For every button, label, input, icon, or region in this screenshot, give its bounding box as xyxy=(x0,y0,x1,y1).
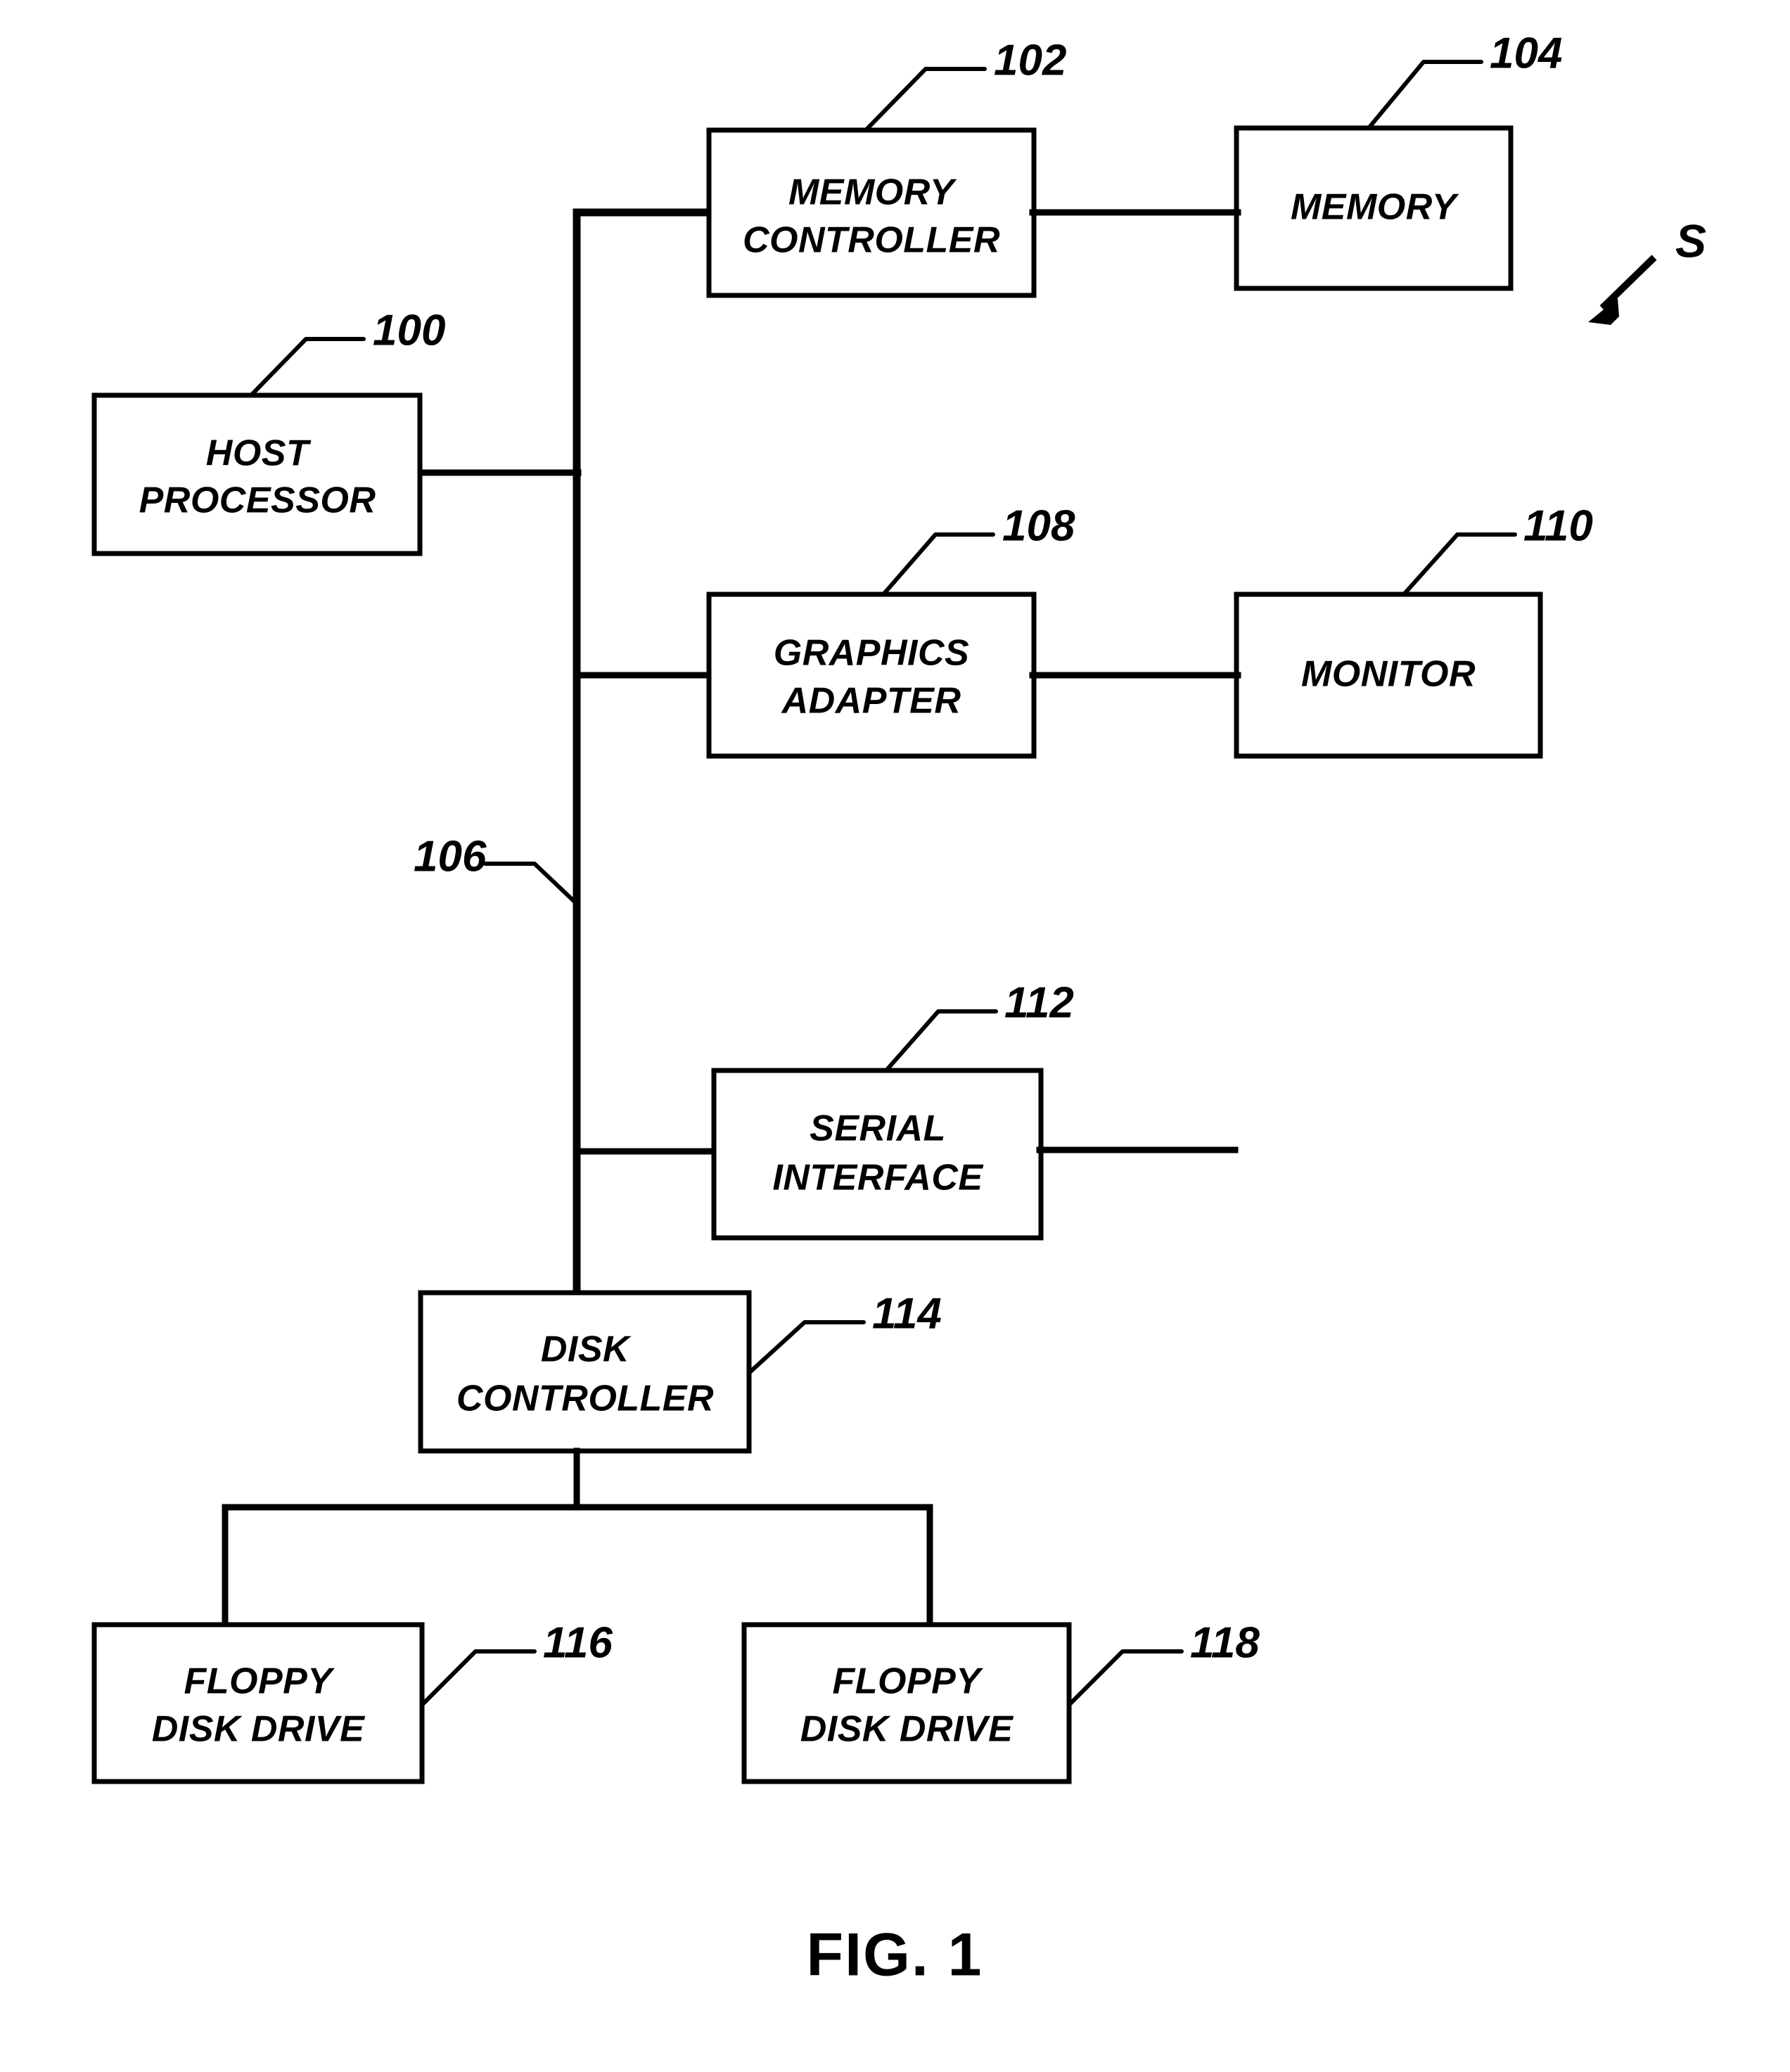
monitor-label-line1: MONITOR xyxy=(1301,654,1476,695)
figure-canvas: 106 MEMORY CONTROLLER 102 MEMORY 104 S H… xyxy=(91,29,1706,1989)
patent-figure-1: 106 MEMORY CONTROLLER 102 MEMORY 104 S H… xyxy=(0,0,1790,2072)
leader-line-116 xyxy=(420,1649,537,1707)
leader-line-108 xyxy=(881,532,995,596)
ref-numeral-118: 118 xyxy=(1190,1618,1260,1667)
system-bus-group xyxy=(414,208,720,1298)
graphics-adapter-label-line2: ADAPTER xyxy=(781,681,961,722)
memory-label-line1: MEMORY xyxy=(1291,187,1459,228)
ref-numeral-104: 104 xyxy=(1490,29,1562,77)
leader-line-104 xyxy=(1367,60,1483,130)
system-arrow-shaft xyxy=(1599,255,1657,311)
ref-numeral-106: 106 xyxy=(414,832,487,881)
system-designator-group: S xyxy=(1588,215,1706,325)
ref-numeral-112: 112 xyxy=(1004,978,1074,1027)
disk-controller-branch-group xyxy=(222,1447,933,1630)
disk-controller-box[interactable] xyxy=(418,1290,752,1454)
disk-controller-label-line2: CONTROLLER xyxy=(456,1379,714,1419)
ref-numeral-100: 100 xyxy=(373,306,445,354)
leader-line-112 xyxy=(884,1009,998,1073)
node-memory-controller[interactable]: MEMORY CONTROLLER xyxy=(706,127,1037,298)
ref-numeral-102: 102 xyxy=(994,36,1066,84)
ref-numeral-116: 116 xyxy=(543,1618,613,1667)
ref-numeral-108: 108 xyxy=(1002,501,1075,550)
ref-leader-100: 100 xyxy=(249,306,445,397)
disk-controller-label-line1: DISK xyxy=(541,1329,632,1370)
serial-interface-box[interactable] xyxy=(711,1068,1044,1241)
leader-line-100 xyxy=(249,337,366,397)
node-disk-controller[interactable]: DISK CONTROLLER xyxy=(418,1290,752,1454)
graphics-adapter-label-line1: GRAPHICS xyxy=(774,633,969,674)
leader-line-106 xyxy=(483,862,579,906)
host-processor-box[interactable] xyxy=(91,392,423,556)
node-monitor[interactable]: MONITOR xyxy=(1234,591,1543,759)
ref-numeral-114: 114 xyxy=(872,1289,942,1338)
leader-line-118 xyxy=(1067,1649,1184,1707)
ref-leader-112: 112 xyxy=(884,978,1074,1073)
node-serial-interface[interactable]: SERIAL INTERFACE xyxy=(711,1068,1044,1241)
floppy-disk-drive-2-label-line2: DISK DRIVE xyxy=(800,1709,1014,1750)
floppy-disk-drive-1-box[interactable] xyxy=(91,1622,425,1784)
ref-leader-106: 106 xyxy=(414,832,579,906)
node-floppy-disk-drive-2[interactable]: FLOPPY DISK DRIVE xyxy=(741,1622,1072,1784)
ref-leader-108: 108 xyxy=(881,501,1075,596)
leader-line-114 xyxy=(747,1320,866,1375)
serial-interface-label-line2: INTERFACE xyxy=(772,1158,983,1198)
ref-leader-118: 118 xyxy=(1067,1618,1260,1707)
floppy-disk-drive-2-box[interactable] xyxy=(741,1622,1072,1784)
ref-leader-104: 104 xyxy=(1367,29,1562,130)
leader-line-102 xyxy=(864,67,987,132)
floppy-disk-drive-2-label-line1: FLOPPY xyxy=(832,1661,983,1702)
serial-interface-label-line1: SERIAL xyxy=(810,1108,946,1149)
node-floppy-disk-drive-1[interactable]: FLOPPY DISK DRIVE xyxy=(91,1622,425,1784)
floppy-disk-drive-1-label-line1: FLOPPY xyxy=(184,1661,335,1702)
ref-leader-102: 102 xyxy=(864,36,1066,132)
node-host-processor[interactable]: HOST PROCESSOR xyxy=(91,392,423,556)
ref-leader-114: 114 xyxy=(747,1289,942,1375)
node-graphics-adapter[interactable]: GRAPHICS ADAPTER xyxy=(706,591,1037,759)
host-processor-label-line1: HOST xyxy=(206,433,312,474)
system-designator-label: S xyxy=(1675,215,1706,267)
memory-controller-label-line1: MEMORY xyxy=(788,172,957,213)
ref-numeral-110: 110 xyxy=(1523,501,1593,550)
memory-controller-label-line2: CONTROLLER xyxy=(743,220,1000,261)
leader-line-110 xyxy=(1402,532,1517,596)
floppy-disk-drive-1-label-line2: DISK DRIVE xyxy=(152,1709,365,1750)
host-processor-label-line2: PROCESSOR xyxy=(139,480,376,521)
ref-leader-110: 110 xyxy=(1402,501,1593,596)
ref-leader-116: 116 xyxy=(420,1618,613,1707)
figure-caption: FIG. 1 xyxy=(807,1921,983,1989)
graphics-adapter-box[interactable] xyxy=(706,591,1037,759)
node-memory[interactable]: MEMORY xyxy=(1234,125,1514,291)
